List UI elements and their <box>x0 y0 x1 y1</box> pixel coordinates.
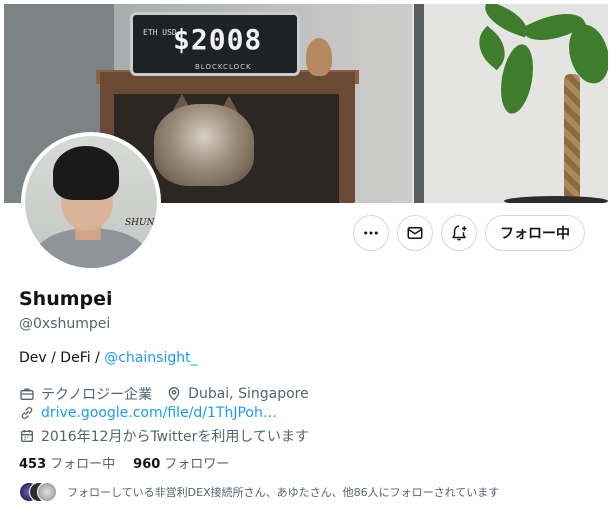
following-label: フォロー中 <box>50 457 116 472</box>
avatar[interactable]: SHUN <box>21 132 161 272</box>
notify-button[interactable] <box>441 215 477 251</box>
profile-category: テクノロジー企業 <box>19 384 152 404</box>
location-label: Dubai, Singapore <box>188 386 309 402</box>
profile-bio: Dev / DeFi / @chainsight_ <box>19 350 198 366</box>
profile-website-link[interactable]: drive.google.com/file/d/1ThJPoh… <box>41 405 277 421</box>
banner-cat <box>154 104 254 186</box>
avatar-hair <box>53 146 119 200</box>
follower-avatar <box>37 482 57 502</box>
profile-location: Dubai, Singapore <box>166 386 309 402</box>
bio-text: Dev / DeFi / <box>19 350 105 366</box>
banner-blockclock: ETH USD $2008 BLOCKCLOCK <box>130 12 300 76</box>
followed-by-text: フォローしている非営利DEX接続所さん、あゆたさん、他86人にフォローされていま… <box>67 486 500 499</box>
joined-label: 2016年12月からTwitterを利用しています <box>41 429 309 445</box>
profile-meta-row: テクノロジー企業 Dubai, Singapore <box>19 384 323 404</box>
profile-joined-row: 2016年12月からTwitterを利用しています <box>19 426 309 446</box>
following-button[interactable]: フォロー中 <box>485 215 585 251</box>
banner-plant-pot <box>504 196 608 203</box>
clock-pair: ETH USD <box>143 28 177 37</box>
message-button[interactable] <box>397 215 433 251</box>
following-count: 453 <box>19 457 47 472</box>
avatar-signature: SHUN <box>125 218 155 228</box>
more-dots-icon <box>364 231 378 235</box>
calendar-icon <box>21 430 33 442</box>
bio-mention-link[interactable]: @chainsight_ <box>104 350 197 366</box>
profile-link-row: drive.google.com/file/d/1ThJPoh… <box>19 405 277 421</box>
more-button[interactable] <box>353 215 389 251</box>
link-icon <box>21 407 33 419</box>
profile-card: ETH USD $2008 BLOCKCLOCK SHUN フォロー中 Shum… <box>4 4 608 516</box>
banner-plant-trunk <box>564 74 580 203</box>
followed-by-avatars <box>19 482 59 502</box>
profile-handle: @0xshumpei <box>19 316 111 332</box>
clock-label: BLOCKCLOCK <box>195 63 252 71</box>
banner-door-frame <box>414 4 424 203</box>
profile-name: Shumpei <box>19 288 113 310</box>
category-label: テクノロジー企業 <box>41 387 153 403</box>
followed-by-row[interactable]: フォローしている非営利DEX接続所さん、あゆたさん、他86人にフォローされていま… <box>19 482 499 502</box>
follow-counts: 453 フォロー中 960 フォロワー <box>19 453 229 472</box>
clock-display: $2008 <box>173 23 263 56</box>
followers-count-link[interactable]: 960 フォロワー <box>133 457 229 472</box>
avatar-photo: SHUN <box>25 136 157 268</box>
followers-label: フォロワー <box>164 457 230 472</box>
briefcase-icon <box>20 388 34 400</box>
mail-icon <box>407 227 423 239</box>
bell-plus-icon <box>452 225 467 241</box>
location-pin-icon <box>168 387 180 401</box>
followers-count: 960 <box>133 457 161 472</box>
following-count-link[interactable]: 453 フォロー中 <box>19 457 115 472</box>
banner-wooden-bird <box>306 38 332 76</box>
